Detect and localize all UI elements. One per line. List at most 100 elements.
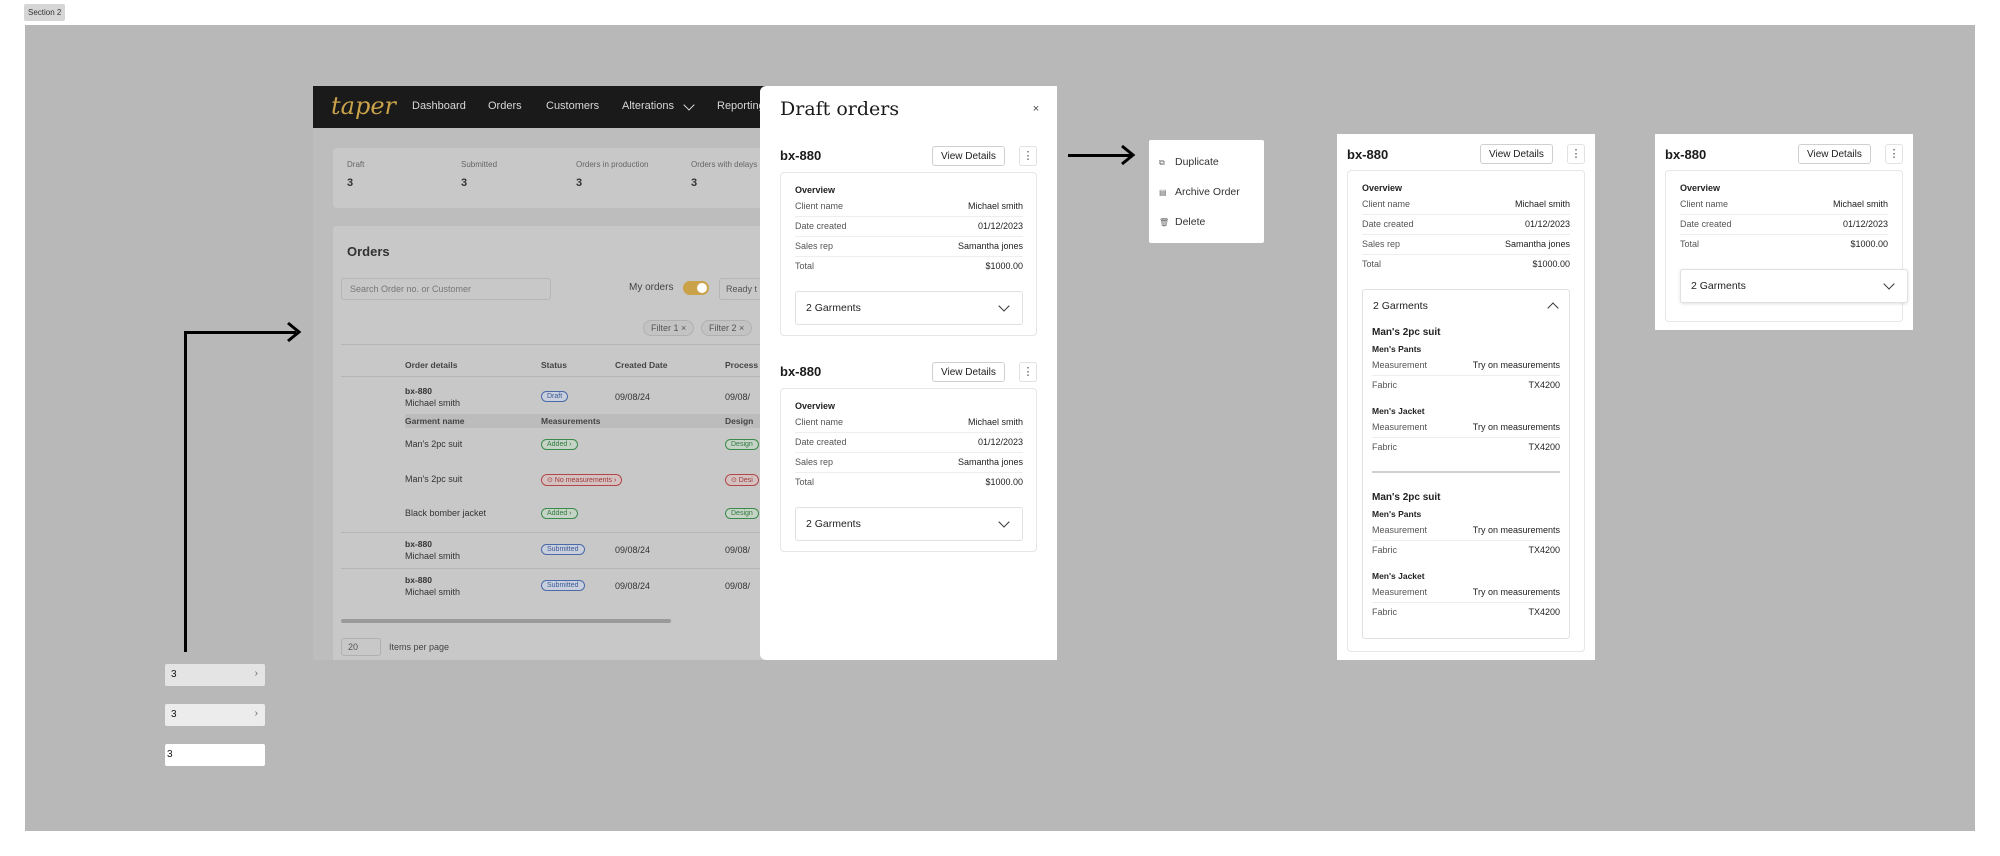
filter-chip-1[interactable]: Filter 1 ×	[643, 320, 695, 336]
row-order-id[interactable]: bx-880	[405, 575, 432, 585]
more-options-icon[interactable]: ⋮	[1567, 144, 1585, 164]
arrow-head-icon	[287, 321, 302, 343]
design-badge[interactable]: ⊙ Desi	[725, 474, 759, 486]
order-id: bx-880	[1665, 147, 1707, 162]
measurement-badge[interactable]: Added ›	[541, 508, 578, 519]
garments-label: 2 Garments	[806, 518, 861, 530]
duplicate-icon: ⧉	[1159, 158, 1165, 167]
count-select-default[interactable]: 3 ›	[165, 704, 265, 726]
horizontal-scrollbar[interactable]	[341, 619, 671, 623]
design-badge[interactable]: Design	[725, 439, 759, 450]
measurement-badge[interactable]: ⊙ No measurements ›	[541, 474, 623, 486]
field-label: Measurement	[1372, 525, 1428, 535]
chevron-down-icon	[998, 516, 1010, 528]
menu-item-duplicate[interactable]: ⧉ Duplicate	[1159, 156, 1219, 168]
garments-dropdown[interactable]: 2 Garments	[795, 291, 1023, 325]
nav-dashboard[interactable]: Dashboard	[412, 100, 466, 112]
measurement-badge[interactable]: Added ›	[541, 439, 578, 450]
overview-heading: Overview	[795, 185, 836, 195]
menu-item-delete[interactable]: 🗑 Delete	[1159, 216, 1205, 228]
field-label: Client name	[795, 417, 844, 427]
order-id: bx-880	[1347, 147, 1389, 162]
row-date: 09/08/24	[615, 392, 651, 402]
field-label: Client name	[1362, 199, 1411, 209]
garment-name: Man's 2pc suit	[405, 439, 463, 449]
field-value: 01/12/2023	[977, 437, 1023, 447]
field-label: Measurement	[1372, 422, 1428, 432]
orders-title: Orders	[347, 244, 390, 259]
order-details-box: Overview Client name Michael smith Date c…	[1347, 170, 1585, 652]
view-details-button[interactable]: View Details	[1480, 144, 1553, 164]
filter-chip-2[interactable]: Filter 2 ×	[701, 320, 753, 336]
order-id: bx-880	[780, 364, 822, 379]
compact-order-card: bx-880 View Details ⋮ Overview Client na…	[1655, 134, 1913, 330]
field-value: Michael smith	[1514, 199, 1570, 209]
per-page-select[interactable]: 20	[341, 638, 381, 656]
design-badge[interactable]: Design	[725, 508, 759, 519]
view-details-button[interactable]: View Details	[932, 146, 1005, 166]
row-order-id[interactable]: bx-880	[405, 386, 432, 396]
status-badge: Draft	[541, 391, 569, 402]
field-value: TX4200	[1528, 607, 1560, 617]
row-order-id[interactable]: bx-880	[405, 539, 432, 549]
field-value: 01/12/2023	[1524, 219, 1570, 229]
part-title: Men's Pants	[1372, 344, 1422, 354]
nav-alterations[interactable]: Alterations	[622, 100, 674, 112]
more-options-icon[interactable]: ⋮	[1019, 146, 1037, 166]
field-label: Sales rep	[1362, 239, 1401, 249]
per-page-label: Items per page	[389, 642, 450, 652]
taper-logo: taper	[331, 92, 396, 120]
view-details-button[interactable]: View Details	[932, 362, 1005, 382]
sub-col-measurements: Measurements	[541, 416, 601, 426]
garments-label[interactable]: 2 Garments	[1373, 300, 1428, 312]
garments-dropdown[interactable]: 2 Garments	[1680, 269, 1908, 303]
col-order-details[interactable]: Order details	[405, 360, 457, 370]
field-label: Sales rep	[795, 241, 834, 251]
search-input[interactable]: Search Order no. or Customer	[341, 278, 551, 300]
trash-icon: 🗑	[1159, 218, 1170, 227]
my-orders-toggle[interactable]	[683, 281, 709, 295]
more-options-icon[interactable]: ⋮	[1019, 362, 1037, 382]
chevron-down-icon	[1883, 278, 1895, 290]
garments-dropdown[interactable]: 2 Garments	[795, 507, 1023, 541]
field-label: Client name	[1680, 199, 1729, 209]
field-value: $1000.00	[985, 261, 1023, 271]
nav-reporting[interactable]: Reporting	[717, 100, 765, 112]
row-client: Michael smith	[405, 587, 461, 597]
field-value: Try on measurements	[1472, 360, 1560, 370]
count-select-hover[interactable]: 3 ›	[165, 664, 265, 686]
suit-title: Man's 2pc suit	[1372, 492, 1441, 503]
row-date: 09/08/24	[615, 545, 651, 555]
row-process: 09/08/	[725, 545, 751, 555]
nav-customers[interactable]: Customers	[546, 100, 599, 112]
col-status[interactable]: Status	[541, 360, 567, 370]
field-value: TX4200	[1528, 380, 1560, 390]
more-options-icon[interactable]: ⋮	[1885, 144, 1903, 164]
status-badge: Submitted	[541, 544, 585, 555]
view-details-button[interactable]: View Details	[1798, 144, 1871, 164]
close-icon[interactable]: ×	[1027, 100, 1045, 118]
overview-heading: Overview	[1680, 183, 1721, 193]
field-value: TX4200	[1528, 545, 1560, 555]
expanded-order-card: bx-880 View Details ⋮ Overview Client na…	[1337, 134, 1595, 660]
row-process: 09/08/	[725, 581, 751, 591]
draft-orders-panel: Draft orders × bx-880 View Details ⋮ Ove…	[760, 86, 1057, 660]
menu-item-archive[interactable]: ▤ Archive Order	[1159, 186, 1240, 198]
flow-arrow-horizontal	[184, 331, 296, 334]
row-client: Michael smith	[405, 398, 461, 408]
chevron-down-icon	[998, 300, 1010, 312]
stat-delays: Orders with delays 3	[691, 160, 758, 189]
section-label: Section 2	[24, 4, 66, 21]
col-created-date[interactable]: Created Date	[615, 360, 667, 370]
field-label: Fabric	[1372, 380, 1398, 390]
chevron-up-icon[interactable]	[1547, 302, 1559, 314]
nav-orders[interactable]: Orders	[488, 100, 522, 112]
col-process[interactable]: Process	[725, 360, 758, 370]
stat-draft: Draft 3	[347, 160, 365, 189]
sub-col-garment: Garment name	[405, 416, 465, 426]
field-value: Try on measurements	[1472, 525, 1560, 535]
chevron-right-icon: ›	[254, 668, 258, 679]
overview-heading: Overview	[1362, 183, 1403, 193]
count-input-focused[interactable]: 3	[165, 744, 265, 766]
order-card: Overview Client name Michael smith Date c…	[780, 172, 1037, 336]
